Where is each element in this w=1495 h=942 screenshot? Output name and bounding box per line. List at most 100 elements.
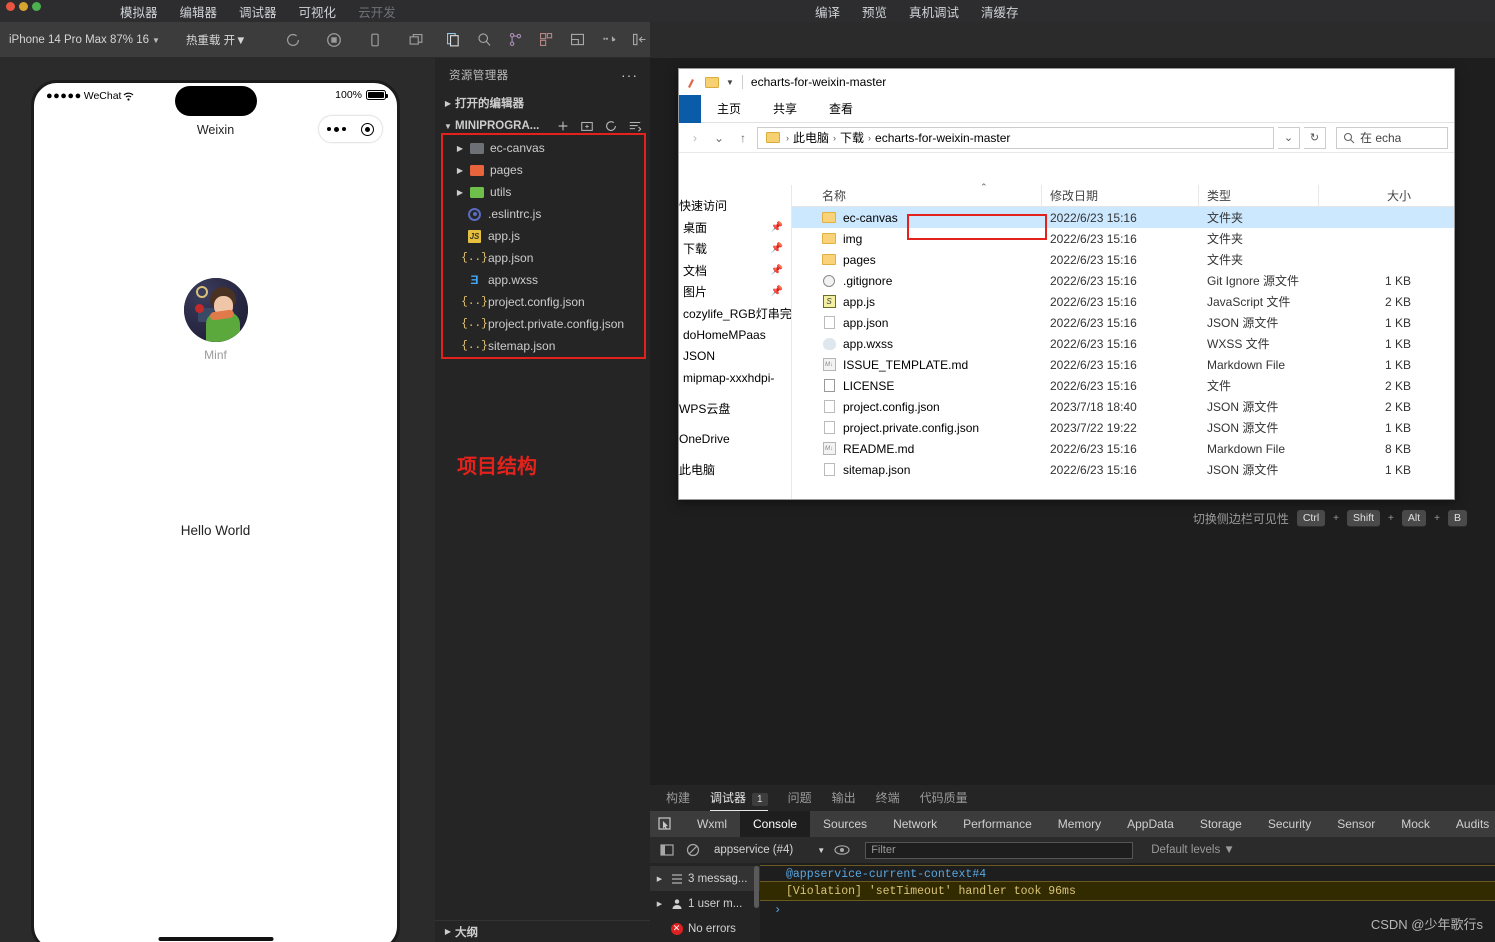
menu-item-preview[interactable]: 预览 bbox=[862, 2, 887, 21]
new-file-icon[interactable] bbox=[556, 119, 570, 133]
devtools-tab-sources[interactable]: Sources bbox=[810, 811, 880, 837]
tree-item-ec-canvas[interactable]: ▶ ec-canvas bbox=[435, 137, 650, 159]
tree-item-project-private-config[interactable]: {..} project.private.config.json bbox=[435, 313, 650, 335]
window-controls[interactable] bbox=[6, 2, 41, 11]
menu-item-visualize[interactable]: 可视化 bbox=[299, 2, 337, 21]
nav-item-downloads[interactable]: 下载 📌 bbox=[679, 238, 791, 260]
collapse-sidebar-icon[interactable] bbox=[631, 31, 648, 48]
ribbon-tab-home[interactable]: 主页 bbox=[701, 95, 757, 123]
nav-item-cozylife[interactable]: cozylife_RGB灯串完 bbox=[679, 303, 791, 325]
filter-input[interactable]: Filter bbox=[865, 841, 1134, 859]
table-row[interactable]: app.wxss 2022/6/23 15:16 WXSS 文件 1 KB bbox=[792, 333, 1454, 354]
table-row[interactable]: Sapp.js 2022/6/23 15:16 JavaScript 文件 2 … bbox=[792, 291, 1454, 312]
table-row[interactable]: .gitignore 2022/6/23 15:16 Git Ignore 源文… bbox=[792, 270, 1454, 291]
live-expression-icon[interactable] bbox=[833, 841, 851, 859]
search-icon[interactable] bbox=[476, 31, 493, 48]
table-row[interactable]: project.config.json 2023/7/18 18:40 JSON… bbox=[792, 396, 1454, 417]
sidebar-item-user-messages[interactable]: ▶ 1 user m... bbox=[650, 891, 760, 916]
devtools-tab-sensor[interactable]: Sensor bbox=[1324, 811, 1388, 837]
tree-item-pages[interactable]: ▶ pages bbox=[435, 159, 650, 181]
extensions-icon[interactable] bbox=[538, 31, 555, 48]
device-selector[interactable]: iPhone 14 Pro Max 87% 16 ▼ bbox=[9, 34, 160, 46]
log-levels-selector[interactable]: Default levels ▼ bbox=[1151, 844, 1235, 856]
close-target-icon[interactable] bbox=[361, 122, 375, 136]
ribbon-tab-share[interactable]: 共享 bbox=[757, 95, 813, 123]
minimize-icon[interactable] bbox=[19, 2, 28, 11]
devtools-tab-storage[interactable]: Storage bbox=[1187, 811, 1255, 837]
collapse-all-icon[interactable] bbox=[628, 119, 642, 133]
wechat-capsule-button[interactable] bbox=[318, 115, 383, 143]
file-menu-button[interactable] bbox=[679, 94, 701, 123]
breadcrumb-current[interactable]: echarts-for-weixin-master bbox=[875, 131, 1010, 145]
pin-to-quick-access-icon[interactable] bbox=[683, 73, 701, 91]
nav-item-json[interactable]: JSON bbox=[679, 346, 791, 368]
panel-tab-code-quality[interactable]: 代码质量 bbox=[920, 785, 968, 811]
context-selector[interactable]: appservice (#4) ▼ bbox=[714, 844, 825, 856]
breadcrumb[interactable]: › 此电脑 › 下载 › echarts-for-weixin-master bbox=[757, 126, 1274, 149]
refresh-icon[interactable]: ↻ bbox=[1304, 126, 1326, 149]
nav-item-this-pc[interactable]: 此电脑 bbox=[679, 459, 791, 481]
recent-locations-icon[interactable]: ⌄ bbox=[709, 128, 729, 148]
table-row[interactable]: sitemap.json 2022/6/23 15:16 JSON 源文件 1 … bbox=[792, 459, 1454, 480]
devtools-tab-console[interactable]: Console bbox=[740, 811, 811, 837]
search-input[interactable]: 在 echa bbox=[1336, 126, 1448, 149]
devtools-tab-performance[interactable]: Performance bbox=[950, 811, 1045, 837]
hot-reload-selector[interactable]: 热重载 开▼ bbox=[186, 32, 247, 48]
nav-item-wps-cloud[interactable]: WPS云盘 bbox=[679, 398, 791, 420]
devtools-tab-network[interactable]: Network bbox=[880, 811, 950, 837]
menu-item-cloud[interactable]: 云开发 bbox=[358, 2, 396, 21]
menu-item-debugger[interactable]: 调试器 bbox=[239, 2, 277, 21]
layout-icon[interactable] bbox=[569, 31, 586, 48]
nav-item-quick-access[interactable]: 快速访问 bbox=[679, 195, 791, 217]
nav-item-desktop[interactable]: 桌面 📌 bbox=[679, 217, 791, 239]
menu-item-simulator[interactable]: 模拟器 bbox=[120, 2, 158, 21]
record-icon[interactable] bbox=[325, 31, 343, 49]
table-row[interactable]: img 2022/6/23 15:16 文件夹 bbox=[792, 228, 1454, 249]
nav-item-pictures[interactable]: 图片 📌 bbox=[679, 281, 791, 303]
more-actions-icon[interactable]: ··· bbox=[621, 67, 638, 83]
panel-tab-terminal[interactable]: 终端 bbox=[876, 785, 900, 811]
chevron-down-icon[interactable]: ▼ bbox=[726, 78, 734, 87]
breadcrumb-this-pc[interactable]: 此电脑 bbox=[793, 129, 829, 146]
panel-tab-debugger[interactable]: 调试器 1 bbox=[710, 785, 768, 811]
table-row[interactable]: pages 2022/6/23 15:16 文件夹 bbox=[792, 249, 1454, 270]
table-row[interactable]: project.private.config.json 2023/7/22 19… bbox=[792, 417, 1454, 438]
close-icon[interactable] bbox=[6, 2, 15, 11]
tree-item-sitemap[interactable]: {..} sitemap.json bbox=[435, 335, 650, 357]
more-icon[interactable] bbox=[326, 126, 346, 132]
table-row[interactable]: app.json 2022/6/23 15:16 JSON 源文件 1 KB bbox=[792, 312, 1454, 333]
inspect-element-icon[interactable] bbox=[658, 811, 672, 837]
ribbon-tab-view[interactable]: 查看 bbox=[813, 95, 869, 123]
up-icon[interactable]: ↑ bbox=[733, 128, 753, 148]
panel-tab-build[interactable]: 构建 bbox=[666, 785, 690, 811]
devtools-tab-security[interactable]: Security bbox=[1255, 811, 1324, 837]
tree-item-project-config[interactable]: {..} project.config.json bbox=[435, 291, 650, 313]
table-row[interactable]: M↓ ISSUE_TEMPLATE.md 2022/6/23 15:16 Mark… bbox=[792, 354, 1454, 375]
breadcrumb-downloads[interactable]: 下载 bbox=[840, 129, 864, 146]
table-row[interactable]: M↓ README.md 2022/6/23 15:16 Markdown Fil… bbox=[792, 438, 1454, 459]
devtools-tab-audits[interactable]: Audits bbox=[1443, 811, 1495, 837]
table-row[interactable]: LICENSE 2022/6/23 15:16 文件 2 KB bbox=[792, 375, 1454, 396]
devtools-tab-mock[interactable]: Mock bbox=[1388, 811, 1443, 837]
open-editors-section[interactable]: ▶ 打开的编辑器 bbox=[435, 92, 650, 114]
nav-item-documents[interactable]: 文档 📌 bbox=[679, 260, 791, 282]
devtools-tab-appdata[interactable]: AppData bbox=[1114, 811, 1187, 837]
panel-tab-problems[interactable]: 问题 bbox=[788, 785, 812, 811]
column-header-date[interactable]: 修改日期 bbox=[1042, 184, 1199, 207]
source-control-icon[interactable] bbox=[507, 31, 524, 48]
menu-item-compile[interactable]: 编译 bbox=[815, 2, 840, 21]
column-header-size[interactable]: 大小 bbox=[1319, 185, 1429, 207]
devtools-tab-memory[interactable]: Memory bbox=[1045, 811, 1114, 837]
tree-item-app-wxss[interactable]: Ǝapp.wxss bbox=[435, 269, 650, 291]
forward-icon[interactable]: › bbox=[685, 128, 705, 148]
tree-item-app-js[interactable]: JS app.js bbox=[435, 225, 650, 247]
sidebar-scrollbar[interactable] bbox=[754, 866, 759, 908]
clear-console-icon[interactable] bbox=[684, 841, 702, 859]
menu-item-real-device-debug[interactable]: 真机调试 bbox=[909, 2, 959, 21]
nav-item-dohomempaas[interactable]: doHomeMPaas bbox=[679, 324, 791, 346]
project-section[interactable]: ▼ MINIPROGRA... bbox=[435, 114, 650, 138]
table-row[interactable]: ec-canvas 2022/6/23 15:16 文件夹 bbox=[792, 207, 1454, 228]
tree-item-app-json[interactable]: {..} app.json bbox=[435, 247, 650, 269]
toggle-sidebar-icon[interactable] bbox=[658, 841, 676, 859]
column-header-name[interactable]: 名称 bbox=[792, 184, 1042, 207]
